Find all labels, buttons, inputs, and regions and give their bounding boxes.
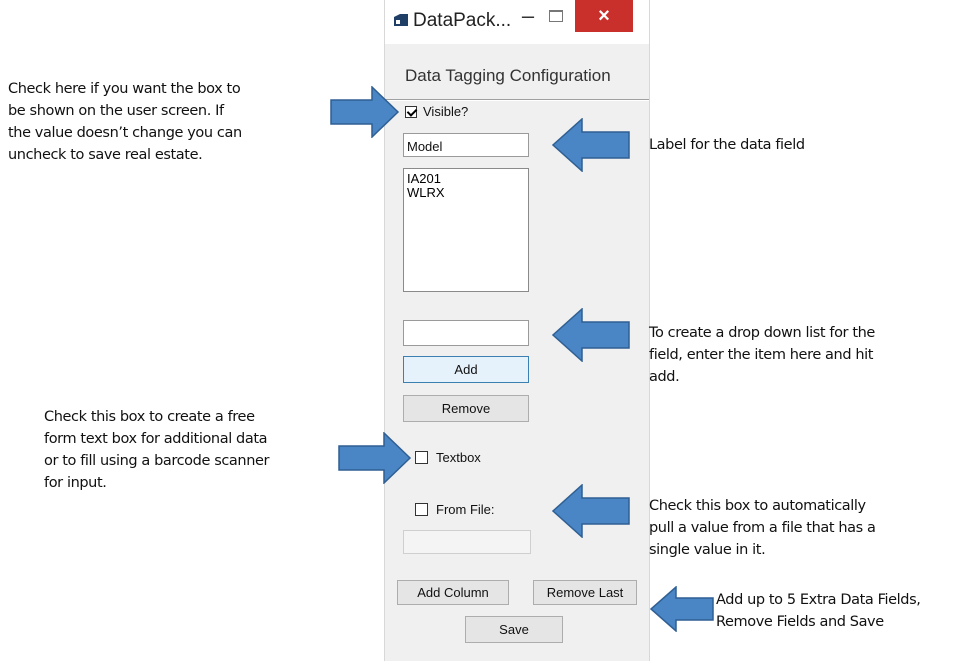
arrow-left-icon	[552, 308, 630, 362]
field-label-input[interactable]: Model	[403, 133, 529, 157]
app-icon	[394, 14, 408, 26]
add-column-button[interactable]: Add Column	[397, 580, 509, 605]
from-file-checkbox-row[interactable]: From File:	[415, 502, 495, 517]
arrow-right-icon	[338, 432, 412, 484]
remove-last-button[interactable]: Remove Last	[533, 580, 637, 605]
visible-checkbox-row[interactable]: Visible?	[405, 104, 468, 119]
dropdown-annotation: To create a drop down list for the field…	[649, 325, 875, 385]
visible-label: Visible?	[423, 104, 469, 119]
arrow-left-icon	[650, 586, 714, 632]
label-annotation: Label for the data field	[649, 137, 805, 153]
title-bar: DataPack... – ×	[385, 0, 649, 44]
arrow-left-icon	[552, 484, 630, 538]
textbox-checkbox-row[interactable]: Textbox	[415, 450, 481, 465]
visible-annotation: Check here if you want the box to be sho…	[8, 81, 242, 163]
new-item-input[interactable]	[403, 320, 529, 346]
add-button[interactable]: Add	[403, 356, 529, 383]
close-icon[interactable]: ×	[575, 0, 633, 32]
textbox-checkbox[interactable]	[415, 451, 428, 464]
configuration-heading: Data Tagging Configuration	[405, 66, 611, 85]
buttons-annotation: Add up to 5 Extra Data Fields, Remove Fi…	[716, 592, 921, 630]
file-annotation: Check this box to automatically pull a v…	[649, 498, 876, 558]
textbox-label: Textbox	[436, 450, 481, 465]
from-file-label: From File:	[436, 502, 495, 517]
visible-checkbox[interactable]	[405, 105, 417, 118]
window-title: DataPack...	[413, 10, 512, 31]
list-item[interactable]: IA201	[407, 172, 525, 186]
maximize-icon[interactable]	[549, 10, 563, 22]
dropdown-items-list[interactable]: IA201 WLRX	[403, 168, 529, 292]
arrow-right-icon	[330, 86, 400, 138]
list-item[interactable]: WLRX	[407, 186, 525, 200]
minimize-icon[interactable]: –	[517, 5, 539, 28]
save-button[interactable]: Save	[465, 616, 563, 643]
file-path-input	[403, 530, 531, 554]
from-file-checkbox[interactable]	[415, 503, 428, 516]
textbox-annotation: Check this box to create a free form tex…	[44, 409, 270, 491]
divider	[385, 99, 649, 101]
remove-button[interactable]: Remove	[403, 395, 529, 422]
arrow-left-icon	[552, 118, 630, 172]
